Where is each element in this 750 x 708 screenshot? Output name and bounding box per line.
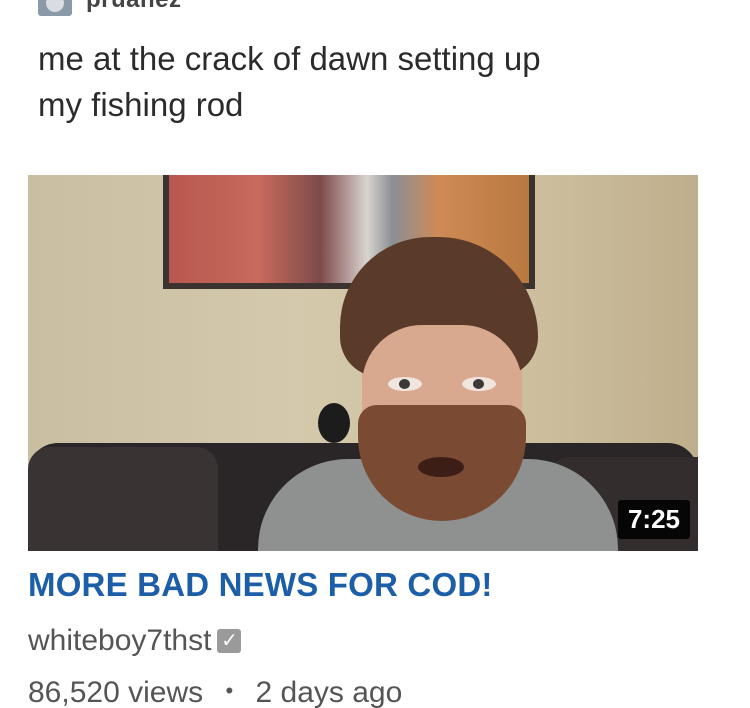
video-meta: 86,520 views • 2 days ago — [28, 676, 402, 708]
person-eye — [388, 377, 422, 391]
video-duration-badge: 7:25 — [617, 500, 690, 539]
couch-cushion — [28, 447, 218, 551]
channel-name[interactable]: whiteboy7thst — [28, 624, 211, 658]
caption-line: me at the crack of dawn setting up — [38, 40, 541, 77]
meta-separator: • — [225, 678, 234, 703]
video-title[interactable]: MORE BAD NEWS FOR COD! — [28, 566, 493, 604]
user-avatar[interactable] — [38, 0, 72, 16]
view-count: 86,520 views — [28, 676, 204, 708]
video-thumbnail[interactable]: 7:25 — [28, 175, 698, 551]
post-username[interactable]: pruanez — [86, 0, 182, 14]
person-eye — [462, 377, 496, 391]
post-caption: me at the crack of dawn setting up my fi… — [38, 36, 718, 128]
channel-row: whiteboy7thst ✓ — [28, 624, 242, 658]
person-mouth — [418, 457, 464, 477]
caption-line: my fishing rod — [38, 86, 244, 123]
person-figure — [258, 237, 618, 551]
meme-post: pruanez me at the crack of dawn setting … — [0, 0, 750, 708]
check-icon: ✓ — [217, 629, 242, 653]
upload-age: 2 days ago — [255, 676, 403, 708]
post-header: pruanez — [0, 0, 750, 20]
